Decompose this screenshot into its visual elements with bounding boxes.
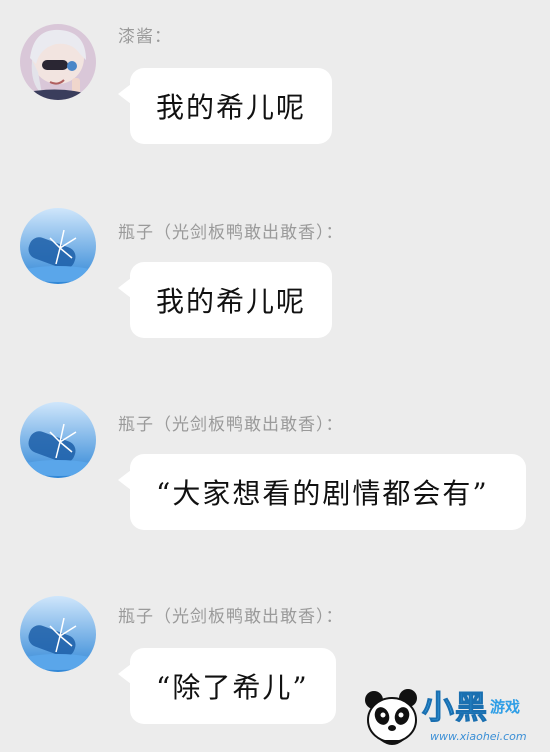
sender-name: 瓶子（光剑板鸭敢出敢香）：	[118, 415, 344, 435]
bottle-avatar[interactable]	[20, 208, 96, 284]
anime-girl-avatar[interactable]	[20, 24, 96, 100]
watermark-brand: 小黑	[421, 688, 489, 727]
message-bubble[interactable]: 我的希儿呢	[118, 68, 332, 144]
sender-name: 瓶子（光剑板鸭敢出敢香）：	[118, 607, 344, 627]
sender-name: 漆酱：	[118, 27, 172, 47]
message-bubble[interactable]: “大家想看的剧情都会有”	[118, 454, 526, 530]
watermark-brand-sub: 游戏	[490, 698, 521, 716]
sender-name: 瓶子（光剑板鸭敢出敢香）：	[118, 223, 344, 243]
bottle-avatar[interactable]	[20, 596, 96, 672]
bottle-avatar[interactable]	[20, 402, 96, 478]
watermark-url: www.xiaohei.com	[430, 730, 527, 743]
panda-icon	[365, 689, 417, 745]
site-watermark: 小黑 游戏 www.xiaohei.com	[360, 680, 550, 752]
message-bubble[interactable]: 我的希儿呢	[118, 262, 332, 338]
message-bubble[interactable]: “除了希儿”	[118, 648, 336, 724]
